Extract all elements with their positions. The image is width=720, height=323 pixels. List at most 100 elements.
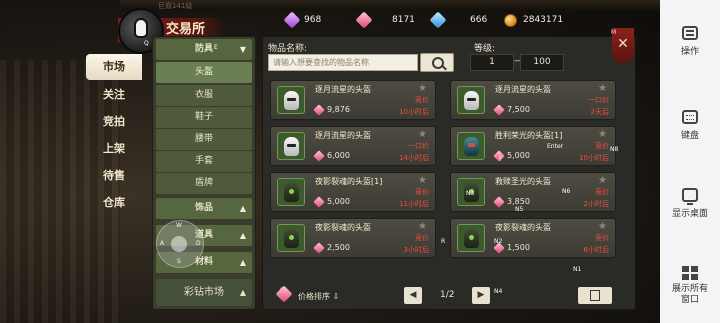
prev-page-button[interactable]: ◀ bbox=[404, 287, 422, 304]
overlay-key-q: Q bbox=[144, 40, 149, 47]
item-search-input[interactable] bbox=[268, 54, 418, 71]
next-page-button[interactable]: ▶ bbox=[472, 287, 490, 304]
favorite-star-icon[interactable]: ★ bbox=[418, 175, 427, 186]
purple-gem-icon bbox=[283, 11, 301, 29]
listing-card[interactable]: 夜影裂魂的头盔[1] ★ 竞价 5,000 11小时后 bbox=[270, 172, 436, 212]
time-remaining: 6小时后 bbox=[583, 246, 609, 254]
tab-warehouse[interactable]: 仓库 bbox=[86, 190, 142, 216]
favorite-star-icon[interactable]: ★ bbox=[598, 129, 607, 140]
tab-auction[interactable]: 竞拍 bbox=[86, 109, 142, 135]
time-remaining: 11小时后 bbox=[399, 200, 429, 208]
pink-gem-icon bbox=[313, 150, 325, 162]
show-desktop-label: 显示桌面 bbox=[671, 209, 708, 219]
item-slot[interactable] bbox=[277, 132, 305, 160]
listing-card[interactable]: 逐月流星的头盔 ★ 一口价 6,000 14小时后 bbox=[270, 126, 436, 166]
show-all-windows-button[interactable]: 展示所有窗口 bbox=[660, 266, 720, 306]
joystick-key-d: D bbox=[196, 240, 201, 247]
helmet-icon bbox=[284, 137, 299, 156]
sale-type: 竞价 bbox=[595, 142, 609, 150]
item-slot[interactable] bbox=[457, 86, 485, 114]
chevron-up-icon: ▲ bbox=[239, 258, 246, 267]
category-group-accessory[interactable]: 饰品 ▲ bbox=[156, 198, 252, 219]
pink-gem-icon bbox=[493, 104, 505, 116]
joystick-knob[interactable] bbox=[171, 236, 187, 252]
chevron-up-icon: ▲ bbox=[239, 231, 246, 240]
sale-type: 竞价 bbox=[415, 234, 429, 242]
category-item-clothes[interactable]: 衣服 bbox=[156, 85, 252, 106]
item-price: 9,876 bbox=[327, 105, 350, 114]
overlay-key-n6: N6 bbox=[562, 188, 571, 195]
tab-follow[interactable]: 关注 bbox=[86, 82, 142, 108]
favorite-star-icon[interactable]: ★ bbox=[418, 129, 427, 140]
close-hotkey-label: M bbox=[611, 29, 617, 36]
overlay-key-n4: N4 bbox=[494, 288, 503, 295]
resource-value: 2843171 bbox=[523, 15, 564, 25]
category-item-shield[interactable]: 盾牌 bbox=[156, 173, 252, 194]
overlay-key-n3: N3 bbox=[466, 190, 475, 197]
item-price: 7,500 bbox=[507, 105, 530, 114]
item-name: 救赎圣光的头盔 bbox=[495, 177, 551, 186]
category-item-belt[interactable]: 腰带 bbox=[156, 129, 252, 150]
listing-card[interactable]: 胜利荣光的头盔[1] ★ 竞价 5,000 10小时后 bbox=[450, 126, 616, 166]
operations-button[interactable]: 操作 bbox=[660, 26, 720, 57]
sale-type: 竞价 bbox=[595, 234, 609, 242]
sale-type: 竞价 bbox=[595, 188, 609, 196]
diamond-market-label: 彩钻市场 bbox=[184, 287, 224, 298]
chevron-up-icon: ▲ bbox=[239, 288, 246, 297]
time-remaining: 2天后 bbox=[590, 108, 609, 116]
helmet-icon bbox=[284, 91, 299, 110]
windows-icon bbox=[682, 266, 698, 280]
search-button[interactable] bbox=[420, 53, 454, 72]
document-icon bbox=[590, 290, 600, 301]
joystick-key-w: W bbox=[176, 222, 182, 229]
pink-gem-icon bbox=[313, 196, 325, 208]
item-slot[interactable] bbox=[277, 86, 305, 114]
tab-market[interactable]: 市场 bbox=[86, 54, 142, 80]
tab-list-item[interactable]: 上架 bbox=[86, 136, 142, 162]
listing-card[interactable]: 夜影裂魂的头盔 ★ 竞价 2,500 3小时后 bbox=[270, 218, 436, 258]
category-item-helmet[interactable]: 头盔 bbox=[156, 62, 252, 83]
item-slot[interactable] bbox=[277, 178, 305, 206]
page-indicator: 1/2 bbox=[440, 290, 455, 300]
overlay-key-n8: N8 bbox=[610, 146, 619, 153]
show-desktop-button[interactable]: 显示桌面 bbox=[660, 188, 720, 219]
records-button[interactable] bbox=[578, 287, 612, 304]
favorite-star-icon[interactable]: ★ bbox=[418, 221, 427, 232]
level-max-input[interactable]: 100 bbox=[520, 54, 564, 71]
favorite-star-icon[interactable]: ★ bbox=[598, 221, 607, 232]
tab-pending[interactable]: 待售 bbox=[86, 163, 142, 189]
price-sort-button[interactable]: 价格排序 ⇩ bbox=[298, 291, 339, 302]
pink-gem-icon bbox=[313, 242, 325, 254]
joystick-key-a: A bbox=[160, 240, 165, 247]
level-min-input[interactable]: 1 bbox=[470, 54, 514, 71]
operations-label: 操作 bbox=[680, 47, 699, 57]
item-slot[interactable] bbox=[457, 132, 485, 160]
resource-value: 666 bbox=[470, 15, 488, 25]
listing-card[interactable]: 逐月流星的头盔 ★ 竞价 9,876 10小时后 bbox=[270, 80, 436, 120]
keyboard-button[interactable]: 键盘 bbox=[660, 110, 720, 141]
item-slot[interactable] bbox=[457, 224, 485, 252]
item-price: 2,500 bbox=[327, 243, 350, 252]
favorite-star-icon[interactable]: ★ bbox=[598, 83, 607, 94]
category-header-armor[interactable]: 防具 ▼ bbox=[156, 39, 252, 60]
category-item-gloves[interactable]: 手套 bbox=[156, 151, 252, 172]
listing-card[interactable]: 夜影裂魂的头盔 ★ 竞价 1,500 6小时后 bbox=[450, 218, 616, 258]
listing-card[interactable]: 逐月流星的头盔 ★ 一口价 7,500 2天后 bbox=[450, 80, 616, 120]
resource-blue: 666 bbox=[429, 11, 488, 29]
close-icon[interactable]: ✕ bbox=[612, 36, 634, 52]
joystick-key-s: S bbox=[177, 258, 181, 265]
favorite-star-icon[interactable]: ★ bbox=[598, 175, 607, 186]
sale-type: 竞价 bbox=[415, 188, 429, 196]
listing-card[interactable]: 救赎圣光的头盔 ★ 竞价 3,850 2小时后 bbox=[450, 172, 616, 212]
overlay-key-e: E bbox=[214, 44, 218, 51]
diamond-market-button[interactable]: 彩钻市场 ▲ bbox=[156, 279, 252, 306]
item-name: 逐月流星的头盔 bbox=[315, 131, 371, 140]
time-remaining: 14小时后 bbox=[399, 154, 429, 162]
time-remaining: 3小时后 bbox=[403, 246, 429, 254]
resource-gold: 2843171 bbox=[504, 12, 563, 28]
item-slot[interactable] bbox=[277, 224, 305, 252]
favorite-star-icon[interactable]: ★ bbox=[418, 83, 427, 94]
chevron-up-icon: ▲ bbox=[239, 204, 246, 213]
category-item-shoes[interactable]: 鞋子 bbox=[156, 107, 252, 128]
resource-value: 968 bbox=[304, 15, 322, 25]
